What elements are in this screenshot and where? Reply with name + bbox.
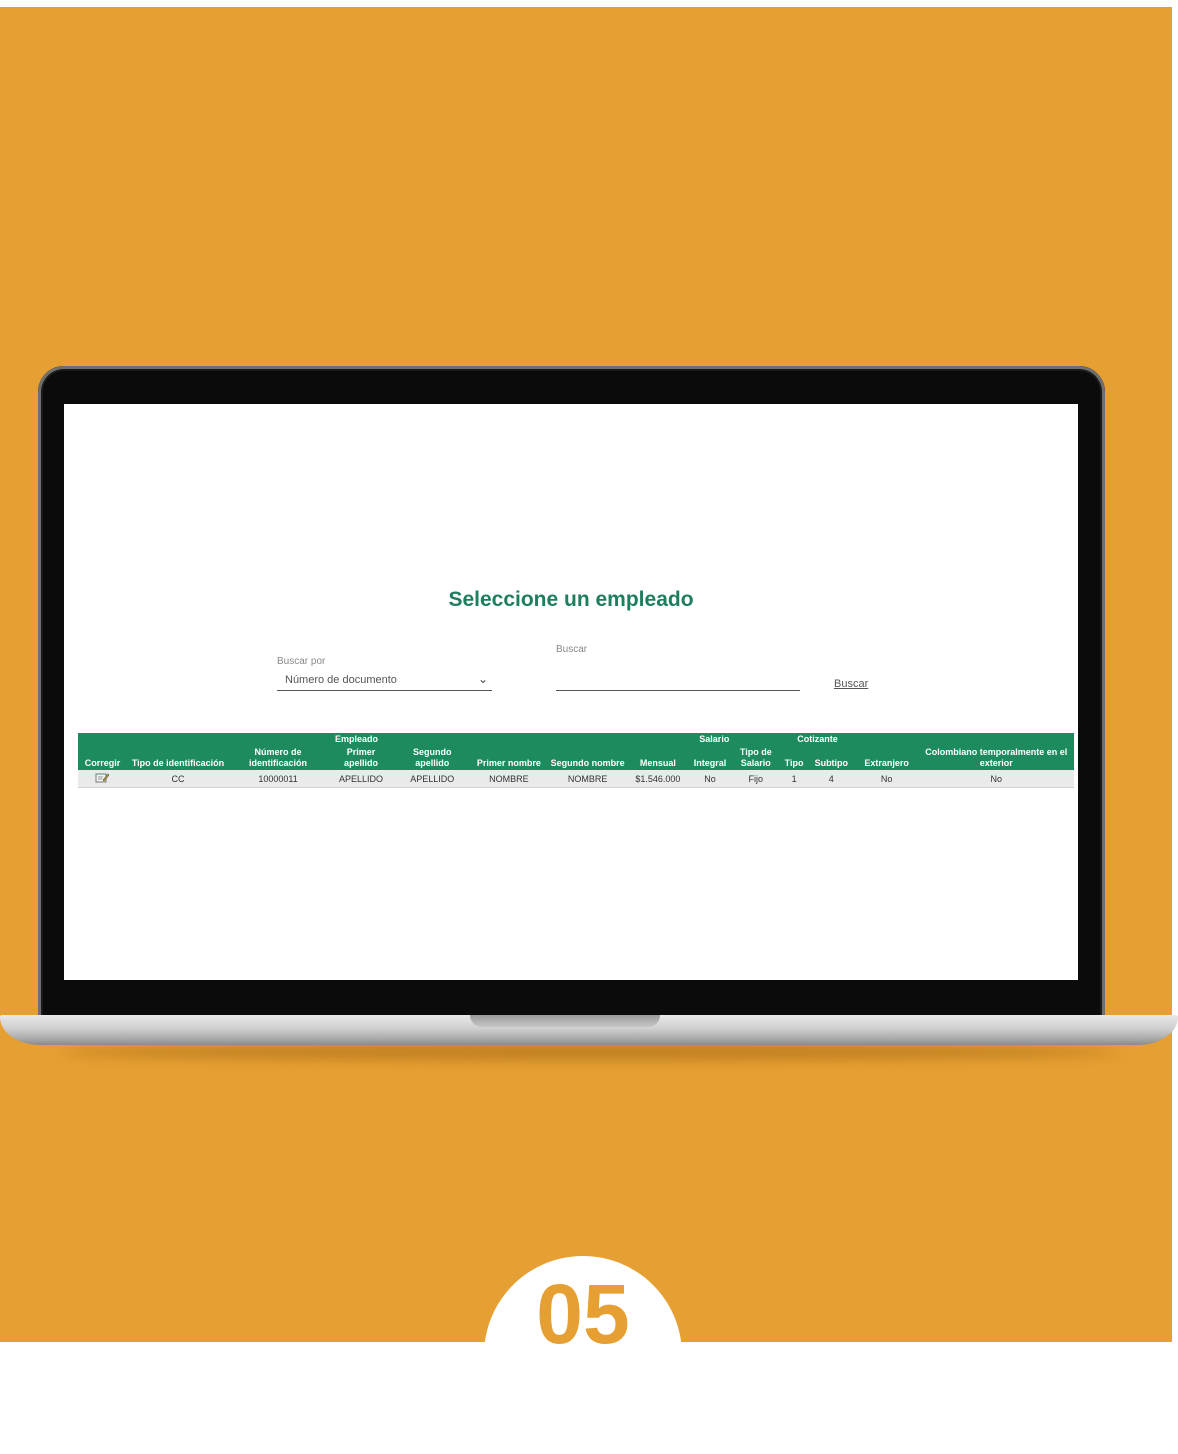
- cell-primer-apellido: APELLIDO: [326, 770, 396, 788]
- search-button[interactable]: Buscar: [834, 678, 868, 690]
- search-by-value: Número de documento: [285, 674, 397, 686]
- col-header-primer-nombre: Primer nombre: [469, 746, 549, 770]
- table-group-header-row: Corregir Tipo de identificación Número d…: [78, 733, 1074, 770]
- search-by-label: Buscar por: [277, 656, 326, 667]
- col-header-mensual: Mensual: [627, 746, 689, 770]
- laptop-shadow: [60, 1044, 1120, 1060]
- col-header-colombiano-exterior: Colombiano temporalmente en el exterior: [918, 733, 1074, 770]
- chevron-down-icon: ⌄: [477, 672, 488, 686]
- cell-primer-nombre: NOMBRE: [469, 770, 549, 788]
- search-input[interactable]: [556, 670, 800, 691]
- cell-tipo-salario: Fijo: [731, 770, 781, 788]
- search-label: Buscar: [556, 644, 588, 655]
- laptop-screen: Seleccione un empleado Buscar por Número…: [64, 404, 1078, 980]
- cell-corregir[interactable]: [78, 770, 127, 788]
- col-header-numero-id: Número de identificación: [229, 733, 327, 770]
- search-by-select[interactable]: Número de documento ⌄: [277, 672, 492, 691]
- edit-icon[interactable]: [95, 772, 110, 783]
- laptop-notch: [470, 1015, 660, 1027]
- cell-segundo-apellido: APELLIDO: [395, 770, 470, 788]
- group-header-empleado: Empleado: [326, 733, 628, 746]
- table-row[interactable]: CC 10000011 APELLIDO APELLIDO NOMBRE NOM…: [78, 770, 1074, 788]
- group-header-cotizante: Cotizante: [780, 733, 855, 746]
- cell-numero-id: 10000011: [229, 770, 327, 788]
- cell-tipo-id: CC: [126, 770, 230, 788]
- cell-segundo-nombre: NOMBRE: [548, 770, 628, 788]
- page-title: Seleccione un empleado: [448, 588, 694, 611]
- group-header-salario: Salario: [627, 733, 732, 746]
- cell-subtipo: 4: [807, 770, 855, 788]
- col-header-corregir: Corregir: [78, 733, 127, 770]
- cell-integral: No: [688, 770, 732, 788]
- cell-mensual: $1.546.000: [627, 770, 689, 788]
- col-header-tipo: Tipo: [780, 746, 808, 770]
- cell-extranjero: No: [854, 770, 919, 788]
- cell-colombiano-exterior: No: [918, 770, 1074, 788]
- employee-table: Corregir Tipo de identificación Número d…: [78, 733, 1074, 788]
- col-header-primer-apellido: Primer apellido: [326, 746, 396, 770]
- col-header-subtipo: Subtipo: [807, 746, 855, 770]
- col-header-segundo-nombre: Segundo nombre: [548, 746, 628, 770]
- col-header-tipo-id: Tipo de identificación: [126, 733, 230, 770]
- step-number: 05: [536, 1267, 630, 1361]
- col-header-extranjero: Extranjero: [854, 733, 919, 770]
- cell-tipo: 1: [780, 770, 808, 788]
- col-header-integral: Integral: [688, 746, 732, 770]
- col-header-tipo-salario: Tipo de Salario: [731, 733, 781, 770]
- col-header-segundo-apellido: Segundo apellido: [395, 746, 470, 770]
